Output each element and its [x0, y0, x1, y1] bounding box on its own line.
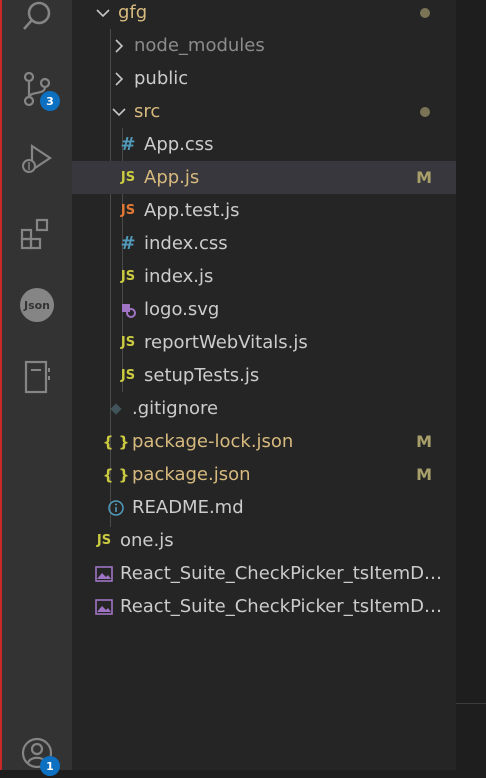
image-icon	[94, 598, 114, 615]
file-label: App.test.js	[144, 200, 240, 221]
js-file-icon: JS	[120, 170, 136, 185]
file-label: index.js	[144, 266, 214, 287]
file-label: logo.svg	[144, 299, 220, 320]
file-app-test-js[interactable]: JS App.test.js	[72, 194, 456, 227]
json-ext-label: Json	[20, 288, 54, 322]
file-app-js[interactable]: JS App.js M	[72, 161, 456, 194]
file-package-lock-json[interactable]: { } package-lock.json M	[72, 425, 456, 458]
info-icon	[106, 499, 126, 516]
accounts-icon[interactable]	[2, 728, 72, 778]
svg-file-icon	[118, 302, 138, 318]
folder-node-modules[interactable]: node_modules	[72, 29, 456, 62]
run-debug-icon[interactable]	[2, 134, 72, 184]
accounts-badge: 1	[40, 756, 60, 776]
file-label: .gitignore	[132, 398, 219, 419]
file-setup-tests-js[interactable]: JS setupTests.js	[72, 359, 456, 392]
folder-label: node_modules	[134, 35, 265, 56]
json-file-icon: { }	[102, 432, 130, 451]
chevron-right-icon	[112, 71, 126, 86]
folder-public[interactable]: public	[72, 62, 456, 95]
file-one-js[interactable]: JS one.js	[72, 524, 456, 557]
search-icon[interactable]	[2, 0, 72, 42]
file-label: App.js	[144, 167, 200, 188]
modified-dot	[420, 7, 430, 18]
file-package-json[interactable]: { } package.json M	[72, 458, 456, 491]
folder-src[interactable]: src	[72, 95, 456, 128]
file-app-css[interactable]: # App.css	[72, 128, 456, 161]
file-image-2[interactable]: React_Suite_CheckPicker_tsItemData...	[72, 590, 456, 623]
js-file-icon: JS	[120, 335, 136, 350]
file-label: reportWebVitals.js	[144, 332, 308, 353]
css-file-icon: #	[120, 233, 136, 254]
source-control-badge: 3	[40, 91, 60, 111]
file-index-css[interactable]: # index.css	[72, 227, 456, 260]
file-label: one.js	[120, 530, 174, 551]
chevron-right-icon	[112, 38, 126, 53]
file-label: package-lock.json	[132, 431, 294, 452]
explorer-panel: gfg node_modules public src # App.css JS…	[72, 0, 456, 770]
chevron-down-icon	[96, 8, 110, 18]
notebook-icon[interactable]	[2, 352, 72, 402]
folder-label: public	[134, 68, 189, 89]
file-readme-md[interactable]: README.md	[72, 491, 456, 524]
js-test-file-icon: JS	[120, 203, 136, 218]
json-file-icon: { }	[102, 465, 130, 484]
file-report-web-vitals-js[interactable]: JS reportWebVitals.js	[72, 326, 456, 359]
folder-label: src	[134, 101, 161, 122]
css-file-icon: #	[120, 134, 136, 155]
source-control-icon[interactable]	[2, 64, 72, 114]
activity-bar: 3 Json 1	[0, 0, 72, 776]
file-label: README.md	[132, 497, 244, 518]
modified-badge: M	[416, 168, 432, 187]
modified-badge: M	[416, 432, 432, 451]
js-file-icon: JS	[96, 533, 112, 548]
file-label: setupTests.js	[144, 365, 260, 386]
image-icon	[94, 565, 114, 582]
file-label: App.css	[144, 134, 214, 155]
file-label: index.css	[144, 233, 228, 254]
modified-dot	[420, 106, 430, 117]
editor-area	[456, 0, 486, 770]
folder-gfg[interactable]: gfg	[72, 0, 456, 29]
file-label: React_Suite_CheckPicker_tsItemData...	[120, 563, 448, 584]
modified-badge: M	[416, 465, 432, 484]
js-file-icon: JS	[120, 269, 136, 284]
file-label: React_Suite_CheckPicker_tsItemData...	[120, 596, 448, 617]
file-image-1[interactable]: React_Suite_CheckPicker_tsItemData...	[72, 557, 456, 590]
file-gitignore[interactable]: .gitignore	[72, 392, 456, 425]
chevron-down-icon	[112, 107, 126, 117]
git-icon	[106, 402, 126, 416]
json-extension-icon[interactable]: Json	[2, 280, 72, 330]
file-label: package.json	[132, 464, 251, 485]
file-index-js[interactable]: JS index.js	[72, 260, 456, 293]
file-logo-svg[interactable]: logo.svg	[72, 293, 456, 326]
extensions-icon[interactable]	[2, 208, 72, 258]
js-file-icon: JS	[120, 368, 136, 383]
folder-label: gfg	[118, 2, 148, 23]
panel-divider	[456, 703, 486, 704]
